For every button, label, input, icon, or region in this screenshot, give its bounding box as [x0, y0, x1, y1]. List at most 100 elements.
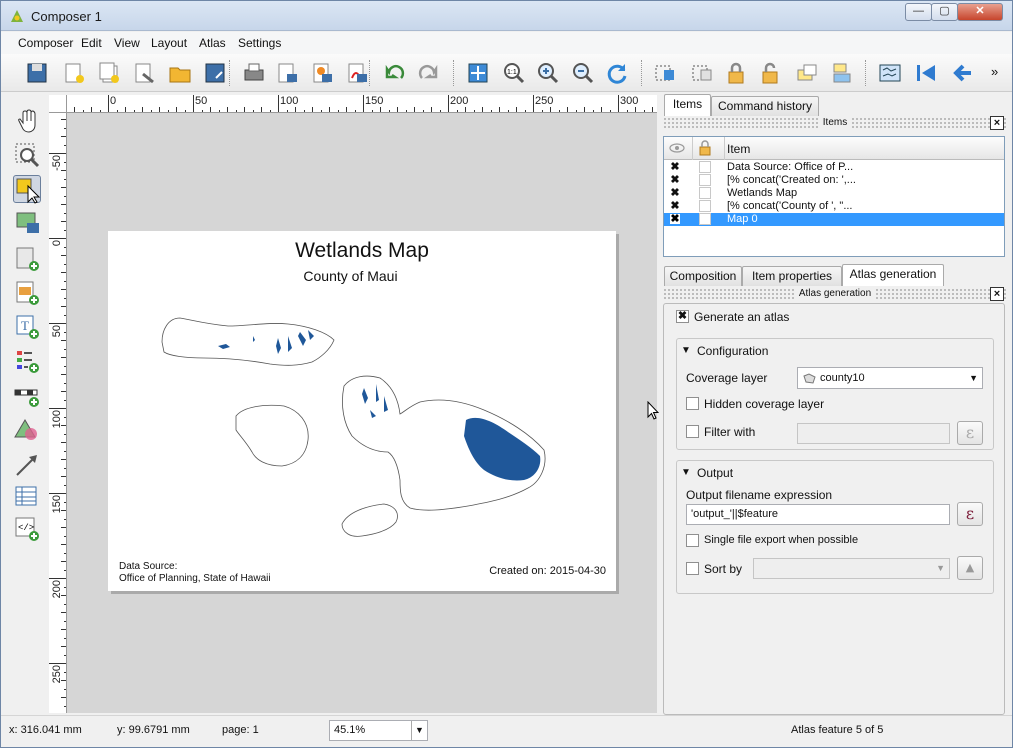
menu-settings[interactable]: Settings — [238, 36, 281, 50]
item-row-selected[interactable]: ✖ Map 0 — [664, 213, 1004, 226]
composition-page[interactable]: Wetlands Map County of Maui Data Source:… — [108, 231, 616, 591]
zoom-in-button[interactable] — [535, 60, 561, 86]
data-source-line1[interactable]: Data Source: — [119, 561, 177, 572]
zoom-actual-icon: 1:1 — [504, 63, 525, 84]
close-button[interactable]: ✕ — [957, 3, 1003, 21]
island-lanai — [235, 404, 309, 467]
tab-atlas-generation[interactable]: Atlas generation — [842, 264, 944, 286]
add-image-tool[interactable] — [13, 279, 41, 307]
lock-checkbox[interactable] — [699, 200, 711, 212]
single-file-checkbox[interactable] — [686, 534, 699, 547]
generate-atlas-checkbox[interactable]: ✖ — [676, 310, 689, 323]
item-column-header[interactable]: Item — [727, 142, 750, 156]
redo-button[interactable] — [416, 60, 442, 86]
add-legend-tool[interactable] — [13, 347, 41, 375]
raise-items-button[interactable] — [794, 60, 820, 86]
visible-checkbox[interactable]: ✖ — [670, 162, 680, 173]
unlock-icon — [762, 62, 778, 84]
item-row[interactable]: ✖ Wetlands Map — [664, 187, 1004, 200]
items-table[interactable]: Item ✖ Data Source: Office of P... ✖ [% co… — [663, 136, 1005, 257]
items-panel-close-button[interactable]: × — [990, 116, 1004, 130]
menu-edit[interactable]: Edit — [81, 36, 102, 50]
filter-expression-button[interactable]: ε — [957, 421, 983, 445]
item-row[interactable]: ✖ [% concat('County of ', "... — [664, 200, 1004, 213]
page-number: page: 1 — [222, 724, 259, 736]
pan-tool[interactable] — [13, 107, 41, 135]
atlas-preview-button[interactable] — [877, 60, 903, 86]
sort-by-checkbox[interactable] — [686, 562, 699, 575]
maximize-button[interactable]: ▢ — [931, 3, 958, 21]
add-html-tool[interactable]: </> — [13, 515, 41, 543]
select-all-button[interactable] — [652, 60, 678, 86]
add-map-tool[interactable] — [13, 245, 41, 273]
zoom-select[interactable]: 45.1% ▼ — [329, 720, 428, 741]
collapse-arrow-icon[interactable]: ▼ — [681, 467, 691, 478]
deselect-button[interactable] — [689, 60, 715, 86]
new-composer-button[interactable] — [61, 60, 87, 86]
map-subtitle[interactable]: County of Maui — [108, 268, 593, 284]
hidden-coverage-checkbox[interactable] — [686, 397, 699, 410]
unlock-button[interactable] — [757, 60, 783, 86]
lock-checkbox[interactable] — [699, 187, 711, 199]
undo-button[interactable] — [381, 60, 407, 86]
atlas-panel-close-button[interactable]: × — [990, 287, 1004, 301]
add-arrow-tool[interactable] — [13, 451, 41, 479]
add-label-tool[interactable]: T — [13, 313, 41, 341]
lock-checkbox[interactable] — [699, 213, 711, 225]
add-shape-tool[interactable] — [13, 417, 41, 445]
map-title[interactable]: Wetlands Map — [108, 239, 616, 263]
select-move-tool[interactable] — [13, 175, 41, 204]
item-row[interactable]: ✖ Data Source: Office of P... — [664, 161, 1004, 174]
align-items-button[interactable] — [830, 60, 856, 86]
filename-expression-button[interactable]: ε — [957, 502, 983, 526]
zoom-tool-tool[interactable] — [13, 141, 41, 169]
collapse-arrow-icon[interactable]: ▼ — [681, 345, 691, 356]
add-table-tool[interactable] — [13, 483, 41, 511]
lock-button[interactable] — [723, 60, 749, 86]
visible-checkbox[interactable]: ✖ — [670, 214, 680, 225]
tab-composition[interactable]: Composition — [664, 266, 742, 286]
filename-expression-field[interactable]: 'output_'||$feature — [686, 504, 950, 525]
visible-checkbox[interactable]: ✖ — [670, 175, 680, 186]
tab-command-history[interactable]: Command history — [711, 96, 819, 116]
map-item[interactable] — [148, 306, 568, 546]
composer-manager-button[interactable] — [131, 60, 157, 86]
print-button[interactable] — [241, 60, 267, 86]
coverage-layer-select[interactable]: county10 ▼ — [797, 367, 983, 389]
refresh-button[interactable] — [604, 60, 630, 86]
save-template-button[interactable] — [202, 60, 228, 86]
sort-by-select[interactable]: ▼ — [753, 558, 950, 579]
item-row[interactable]: ✖ [% concat('Created on: ',... — [664, 174, 1004, 187]
menu-layout[interactable]: Layout — [151, 36, 187, 50]
zoom-out-button[interactable] — [570, 60, 596, 86]
lock-checkbox[interactable] — [699, 161, 711, 173]
previous-feature-button[interactable] — [949, 60, 975, 86]
export-svg-button[interactable] — [310, 60, 336, 86]
duplicate-composer-button[interactable] — [96, 60, 122, 86]
tab-items[interactable]: Items — [664, 94, 711, 116]
filename-expression-label: Output filename expression — [686, 488, 833, 502]
filter-expression-field[interactable] — [797, 423, 950, 444]
data-source-line2[interactable]: Office of Planning, State of Hawaii — [119, 573, 271, 584]
created-on-label[interactable]: Created on: 2015-04-30 — [489, 565, 606, 577]
open-template-button[interactable] — [167, 60, 193, 86]
export-image-button[interactable] — [275, 60, 301, 86]
menu-atlas[interactable]: Atlas — [199, 36, 226, 50]
tab-item-properties[interactable]: Item properties — [742, 266, 842, 286]
add-scalebar-tool[interactable] — [13, 381, 41, 409]
menu-composer[interactable]: Composer — [18, 36, 73, 50]
first-feature-button[interactable] — [913, 60, 939, 86]
menu-view[interactable]: View — [114, 36, 140, 50]
lock-checkbox[interactable] — [699, 174, 711, 186]
save-button[interactable] — [24, 60, 50, 86]
toolbar-overflow-button[interactable]: » — [991, 64, 998, 79]
zoom-actual-button[interactable]: 1:1 — [501, 60, 527, 86]
move-content-tool[interactable] — [13, 209, 41, 237]
export-pdf-button[interactable] — [345, 60, 371, 86]
filter-with-checkbox[interactable] — [686, 425, 699, 438]
zoom-full-button[interactable] — [465, 60, 491, 86]
minimize-button[interactable]: — — [905, 3, 932, 21]
visible-checkbox[interactable]: ✖ — [670, 201, 680, 212]
sort-order-button[interactable]: ▲ — [957, 556, 983, 580]
visible-checkbox[interactable]: ✖ — [670, 188, 680, 199]
